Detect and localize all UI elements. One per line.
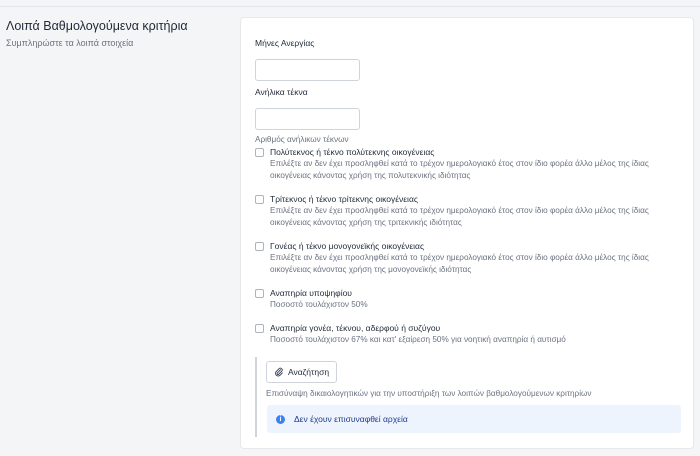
single-parent-family-label: Γονέας ή τέκνο μονογονεϊκής οικογένειας [270,241,425,251]
unemployment-months-field: Μήνες Ανεργίας [255,33,360,81]
single-parent-family-desc-line2: οικογένειας κάνοντας χρήση της μονογονεϊ… [270,265,472,274]
paperclip-icon [275,367,283,377]
section-subtitle: Συμπληρώστε τα λοιπά στοιχεία [6,38,134,48]
checkbox-row-large-family: Πολύτεκνος ή τέκνο πολύτεκνης οικογένεια… [255,147,683,182]
section-header: Λοιπά Βαθμολογούμενα κριτήρια Συμπληρώστ… [6,19,231,49]
relative-disability-checkbox[interactable] [255,324,264,333]
three-child-family-label: Τρίτεκνος ή τέκνο τρίτεκνης οικογένειας [270,194,418,204]
large-family-label: Πολύτεκνος ή τέκνο πολύτεκνης οικογένεια… [270,147,435,157]
unemployment-months-label: Μήνες Ανεργίας [255,38,315,48]
large-family-checkbox[interactable] [255,148,264,157]
candidate-disability-label: Αναπηρία υποψηφίου [270,288,352,298]
large-family-desc-line1: Επιλέξτε αν δεν έχει προσληφθεί κατά το … [270,159,649,168]
browse-files-button[interactable]: Αναζήτηση [266,361,338,383]
info-icon: i [276,414,285,424]
minor-children-field: Ανήλικα τέκνα Αριθμός ανήλικων τέκνων [255,82,360,145]
attachments-section: Αναζήτηση Επισύναψη δικαιολογητικών για … [255,357,681,437]
minor-children-input[interactable] [255,108,360,130]
relative-disability-label: Αναπηρία γονέα, τέκνου, αδερφού ή συζύγο… [270,323,441,333]
minor-children-label: Ανήλικα τέκνα [255,87,308,97]
section-title: Λοιπά Βαθμολογούμενα κριτήρια [6,19,188,33]
candidate-disability-desc: Ποσοστό τουλάχιστον 50% [270,300,368,309]
three-child-family-checkbox[interactable] [255,195,264,204]
relative-disability-desc: Ποσοστό τουλάχιστον 67% και κατ' εξαίρεσ… [270,335,566,344]
attachments-help: Επισύναψη δικαιολογητικών για την υποστή… [266,389,592,398]
single-parent-family-desc-line1: Επιλέξτε αν δεν έχει προσληφθεί κατά το … [270,253,649,262]
browse-files-label: Αναζήτηση [288,367,330,377]
three-child-family-desc-line1: Επιλέξτε αν δεν έχει προσληφθεί κατά το … [270,206,649,215]
candidate-disability-checkbox[interactable] [255,289,264,298]
three-child-family-desc-line2: οικογένειας κάνοντας χρήση της τριτεκνικ… [270,218,462,227]
checkbox-row-single-parent-family: Γονέας ή τέκνο μονογονεϊκής οικογένειας … [255,241,683,276]
criteria-form-card: Μήνες Ανεργίας Ανήλικα τέκνα Αριθμός ανή… [240,17,694,449]
top-divider [0,6,700,7]
large-family-desc-line2: οικογένειας κάνοντας χρήση της πολυτεκνι… [270,171,471,180]
minor-children-help: Αριθμός ανήλικων τέκνων [255,135,349,144]
no-attachments-message: Δεν έχουν επισυναφθεί αρχεία [294,414,408,424]
single-parent-family-checkbox[interactable] [255,242,264,251]
checkbox-row-three-child-family: Τρίτεκνος ή τέκνο τρίτεκνης οικογένειας … [255,194,683,229]
unemployment-months-input[interactable] [255,59,360,81]
no-attachments-alert: i Δεν έχουν επισυναφθεί αρχεία [267,405,681,433]
checkbox-row-candidate-disability: Αναπηρία υποψηφίου Ποσοστό τουλάχιστον 5… [255,288,683,311]
checkbox-row-relative-disability: Αναπηρία γονέα, τέκνου, αδερφού ή συζύγο… [255,323,683,346]
